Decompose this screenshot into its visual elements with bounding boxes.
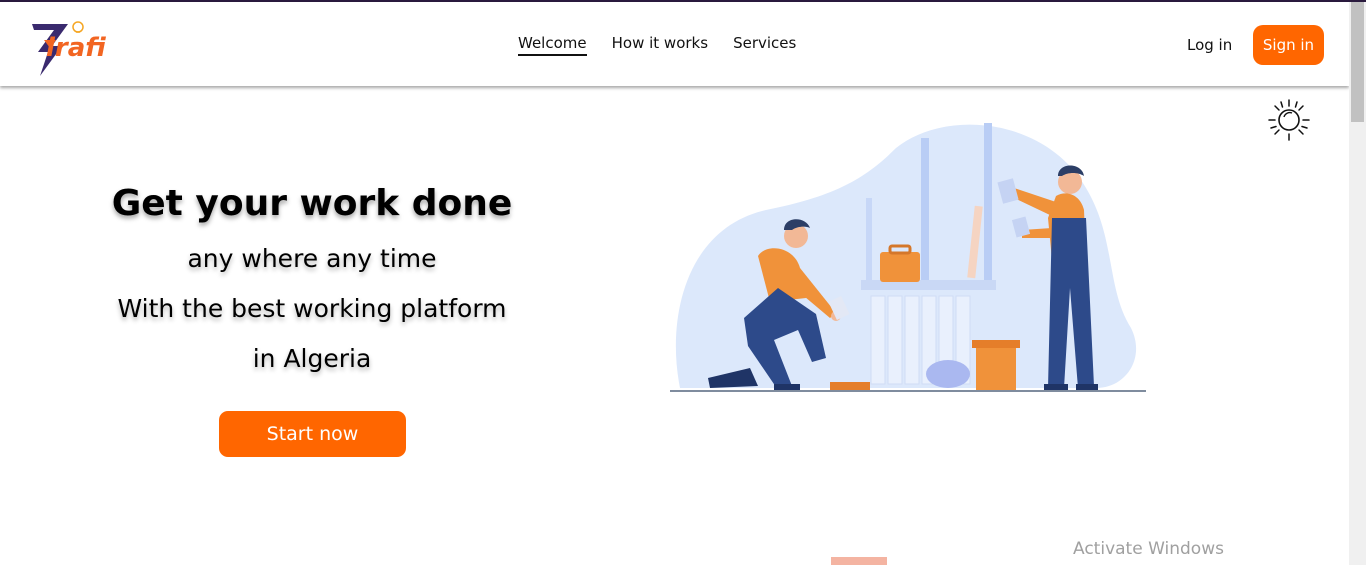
section-preview-block bbox=[831, 557, 887, 565]
hero-heading: Get your work done bbox=[111, 183, 513, 224]
windows-activation-watermark: Activate Windows bbox=[1073, 539, 1224, 559]
workers-illustration bbox=[666, 118, 1150, 398]
site-header: irafi Welcome How it works Services Log … bbox=[0, 2, 1349, 86]
nav-how-it-works[interactable]: How it works bbox=[612, 34, 708, 56]
nav-welcome[interactable]: Welcome bbox=[518, 34, 587, 56]
hero-subline-2: With the best working platform bbox=[117, 294, 507, 323]
hero-subline-1: any where any time bbox=[187, 244, 437, 273]
main-nav: Welcome How it works Services bbox=[518, 34, 821, 56]
logo-text: irafi bbox=[46, 33, 106, 63]
page-scrollbar[interactable] bbox=[1349, 2, 1366, 565]
start-now-button[interactable]: Start now bbox=[219, 411, 406, 457]
zirafi-logo[interactable]: irafi bbox=[30, 18, 130, 78]
sun-icon bbox=[1268, 99, 1310, 141]
nav-services[interactable]: Services bbox=[733, 34, 796, 56]
scroll-thumb[interactable] bbox=[1351, 2, 1364, 122]
login-link[interactable]: Log in bbox=[1187, 36, 1232, 54]
signin-button[interactable]: Sign in bbox=[1253, 25, 1324, 65]
theme-toggle-button[interactable] bbox=[1267, 98, 1311, 142]
hero-subline-3: in Algeria bbox=[252, 344, 372, 373]
